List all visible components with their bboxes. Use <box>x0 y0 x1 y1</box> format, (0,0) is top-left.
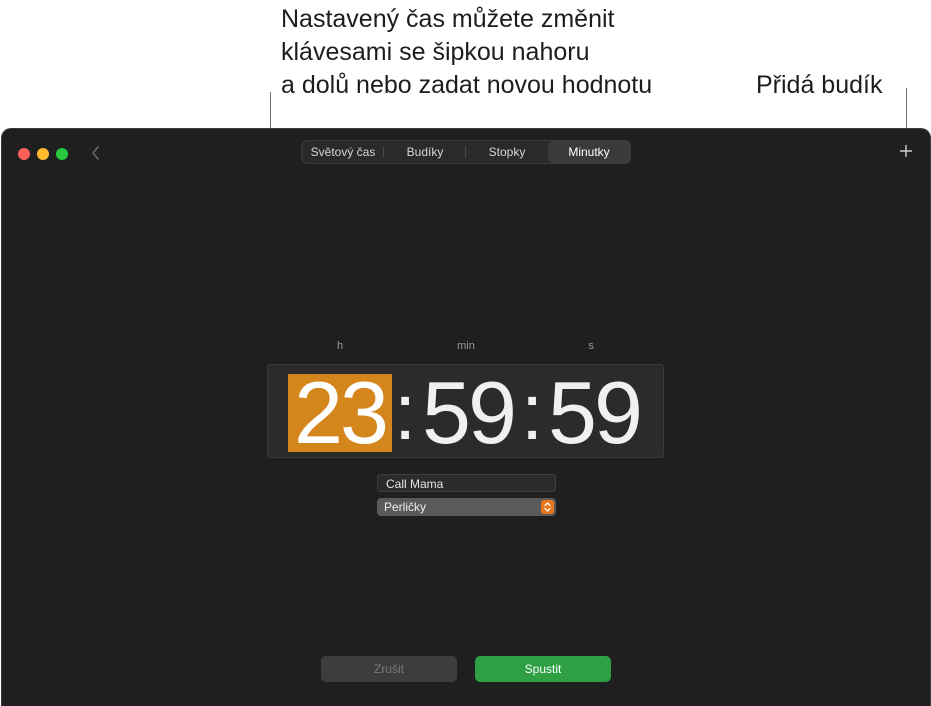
clock-window: Světový čas Budíky Stopky Minutky h min … <box>1 128 931 706</box>
seconds-field[interactable]: 59 <box>540 369 648 457</box>
tab-stopwatch[interactable]: Stopky <box>466 141 548 163</box>
start-button[interactable]: Spustit <box>475 656 611 682</box>
sound-popup-value: Perličky <box>384 500 427 514</box>
callout-line-2: klávesami se šipkou nahoru <box>281 38 590 66</box>
close-window-button[interactable] <box>18 148 30 160</box>
sound-popup-button[interactable]: Perličky <box>377 498 556 516</box>
minutes-unit-label: min <box>457 340 475 352</box>
chevron-left-icon[interactable] <box>88 143 104 163</box>
tab-bar: Světový čas Budíky Stopky Minutky <box>301 140 631 164</box>
tab-timer[interactable]: Minutky <box>548 141 630 163</box>
zoom-window-button[interactable] <box>56 148 68 160</box>
callout-line-1: Nastavený čas můžete změnit <box>281 5 615 33</box>
minutes-field[interactable]: 59 <box>414 369 522 457</box>
tab-alarms[interactable]: Budíky <box>384 141 466 163</box>
hours-unit-label: h <box>336 340 344 352</box>
timer-duration-display: 23 : 59 : 59 <box>267 364 664 458</box>
cancel-button[interactable]: Zrušit <box>321 656 457 682</box>
plus-icon[interactable] <box>896 141 916 161</box>
hours-field[interactable]: 23 <box>288 369 392 457</box>
seconds-unit-label: s <box>588 340 594 352</box>
colon-separator: : <box>394 367 417 456</box>
minimize-window-button[interactable] <box>37 148 49 160</box>
callout-add-alarm: Přidá budík <box>756 71 883 99</box>
callout-line-3: a dolů nebo zadat novou hodnotu <box>281 71 653 99</box>
up-down-chevron-icon <box>541 500 554 514</box>
callout-change-time: Nastavený čas můžete změnit klávesami se… <box>281 3 652 102</box>
tab-world-clock[interactable]: Světový čas <box>302 141 384 163</box>
colon-separator: : <box>521 367 544 456</box>
timer-label-input[interactable]: Call Mama <box>377 474 556 492</box>
